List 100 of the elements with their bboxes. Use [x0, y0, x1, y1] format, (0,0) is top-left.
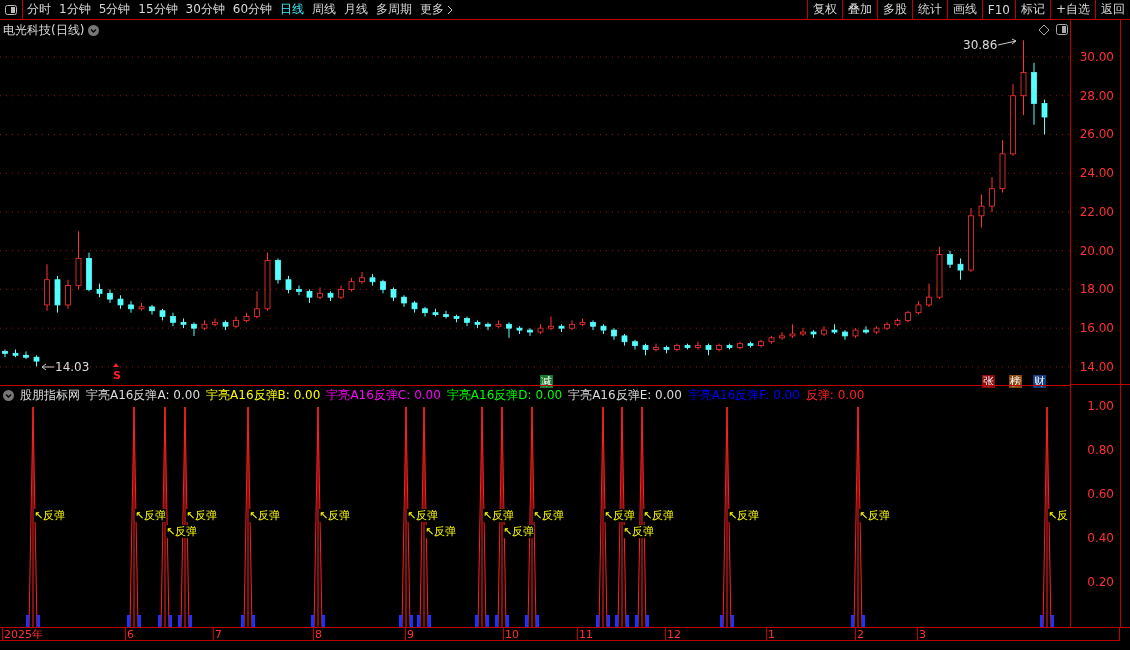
arrow-icon	[997, 38, 1017, 46]
dropdown-icon[interactable]	[3, 390, 14, 401]
candlestick	[590, 319, 596, 331]
arrow-icon	[41, 363, 55, 371]
rebound-label: ↖反弹	[503, 525, 535, 538]
candlestick	[548, 316, 554, 331]
candlestick	[695, 341, 701, 350]
period-tab[interactable]: 更多	[416, 0, 458, 19]
indicator-name: 股朋指标网	[20, 387, 80, 404]
axis-tick-label: 0.80	[1087, 443, 1114, 457]
time-axis-label: 7	[213, 628, 222, 641]
stock-title: 电光科技(日线)	[3, 22, 85, 39]
rebound-label: ↖反弹	[34, 509, 66, 522]
axis-tick-label: 28.00	[1079, 88, 1114, 103]
time-axis-label: 12	[665, 628, 681, 641]
candlestick	[65, 279, 71, 310]
candlestick	[359, 271, 365, 285]
rebound-label: ↖反弹	[728, 509, 760, 522]
candlestick	[317, 286, 323, 300]
time-axis-label: 9	[405, 628, 414, 641]
indicator-value: 宇亮A16反弹D: 0.00	[446, 387, 563, 404]
period-tab[interactable]: 60分钟	[228, 0, 277, 19]
low-price-label: 14.03	[55, 360, 90, 374]
axis-tick-label: 16.00	[1079, 321, 1114, 336]
high-price-label: 30.86	[963, 38, 998, 52]
time-axis-label: 2	[855, 628, 864, 641]
period-tab[interactable]: 月线	[340, 0, 373, 19]
candlestick	[422, 306, 428, 318]
axis-tick-label: 0.40	[1087, 531, 1114, 545]
period-tab[interactable]: 1分钟	[55, 0, 95, 19]
candlestick	[275, 257, 281, 285]
rebound-label: ↖反弹	[135, 509, 167, 522]
candlestick	[149, 304, 155, 316]
candlestick	[978, 194, 985, 228]
rebound-label: ↖反弹	[643, 509, 675, 522]
axis-tick-label: 1.00	[1087, 399, 1114, 413]
dropdown-icon[interactable]	[88, 25, 100, 36]
period-tab[interactable]: 5分钟	[94, 0, 135, 19]
candlestick	[653, 343, 659, 352]
rebound-label: ↖反弹	[533, 509, 565, 522]
indicator-value: 宇亮A16反弹B: 0.00	[206, 387, 321, 404]
chevron-right-icon	[447, 4, 454, 15]
period-tab[interactable]: 日线	[276, 0, 309, 19]
candlestick	[107, 288, 113, 304]
axis-tick-label: 30.00	[1079, 50, 1114, 64]
candlestick	[191, 321, 197, 337]
axis-tick-label: 26.00	[1079, 127, 1114, 142]
period-tab[interactable]: 15分钟	[134, 0, 182, 19]
candlestick	[23, 350, 29, 360]
candlestick	[296, 285, 302, 296]
candlestick	[212, 317, 218, 327]
candlestick	[485, 321, 491, 331]
candlestick	[1041, 99, 1048, 135]
rebound-label: ↖反弹	[407, 509, 439, 522]
candlestick	[569, 319, 575, 331]
axis-tick-label: 18.00	[1079, 282, 1114, 297]
time-axis-label: 1	[766, 628, 775, 641]
diamond-icon[interactable]	[1038, 24, 1050, 36]
candlestick	[254, 290, 260, 319]
period-tab[interactable]: 30分钟	[181, 0, 229, 19]
panel-toggle-icon[interactable]	[5, 4, 17, 15]
period-tab[interactable]: 分时	[23, 0, 55, 19]
period-tab[interactable]: 周线	[308, 0, 341, 19]
rebound-label: ↖反弹	[166, 525, 198, 538]
axis-tick-label: 0.60	[1087, 487, 1114, 501]
time-axis-label: 11	[577, 628, 593, 641]
time-axis-label: 8	[313, 628, 322, 641]
indicator-value: 宇亮A16反弹A: 0.00	[86, 387, 201, 404]
indicator-value: 宇亮A16反弹E: 0.00	[568, 387, 682, 404]
candlestick	[926, 283, 932, 308]
candlestick	[1020, 39, 1027, 116]
time-axis-label: 2025年	[2, 628, 43, 641]
candlestick	[779, 331, 785, 341]
candlestick	[989, 176, 995, 213]
axis-tick-label: 22.00	[1079, 204, 1114, 219]
rebound-label: ↖反弹	[623, 525, 655, 538]
rebound-label: ↖反弹	[249, 509, 281, 522]
rebound-label: ↖反弹	[859, 509, 891, 522]
time-axis-label: 6	[125, 628, 134, 641]
rebound-label: ↖反弹	[425, 525, 457, 538]
time-axis-label: 3	[917, 628, 926, 641]
candlestick	[443, 310, 449, 319]
axis-tick-label: 24.00	[1079, 166, 1114, 181]
rebound-label: ↖反	[1048, 509, 1069, 522]
candlestick	[506, 321, 512, 339]
sell-signal-mark: S	[113, 370, 121, 382]
rebound-label: ↖反弹	[483, 509, 515, 522]
candlestick	[800, 327, 806, 337]
panel-toggle-icon[interactable]	[1056, 24, 1068, 35]
period-tab[interactable]: 多周期	[372, 0, 417, 19]
time-axis-label: 10	[503, 628, 519, 641]
candlestick	[128, 300, 134, 314]
axis-tick-label: 20.00	[1079, 243, 1114, 258]
candlestick	[2, 348, 8, 358]
axis-tick-label: 0.20	[1087, 575, 1114, 589]
axis-tick-label: 14.00	[1079, 359, 1114, 374]
indicator-value: 宇亮A16反弹F: 0.00	[687, 387, 800, 404]
rebound-label: ↖反弹	[604, 509, 636, 522]
candlestick	[863, 325, 869, 335]
indicator-value: 反弹: 0.00	[805, 387, 865, 404]
